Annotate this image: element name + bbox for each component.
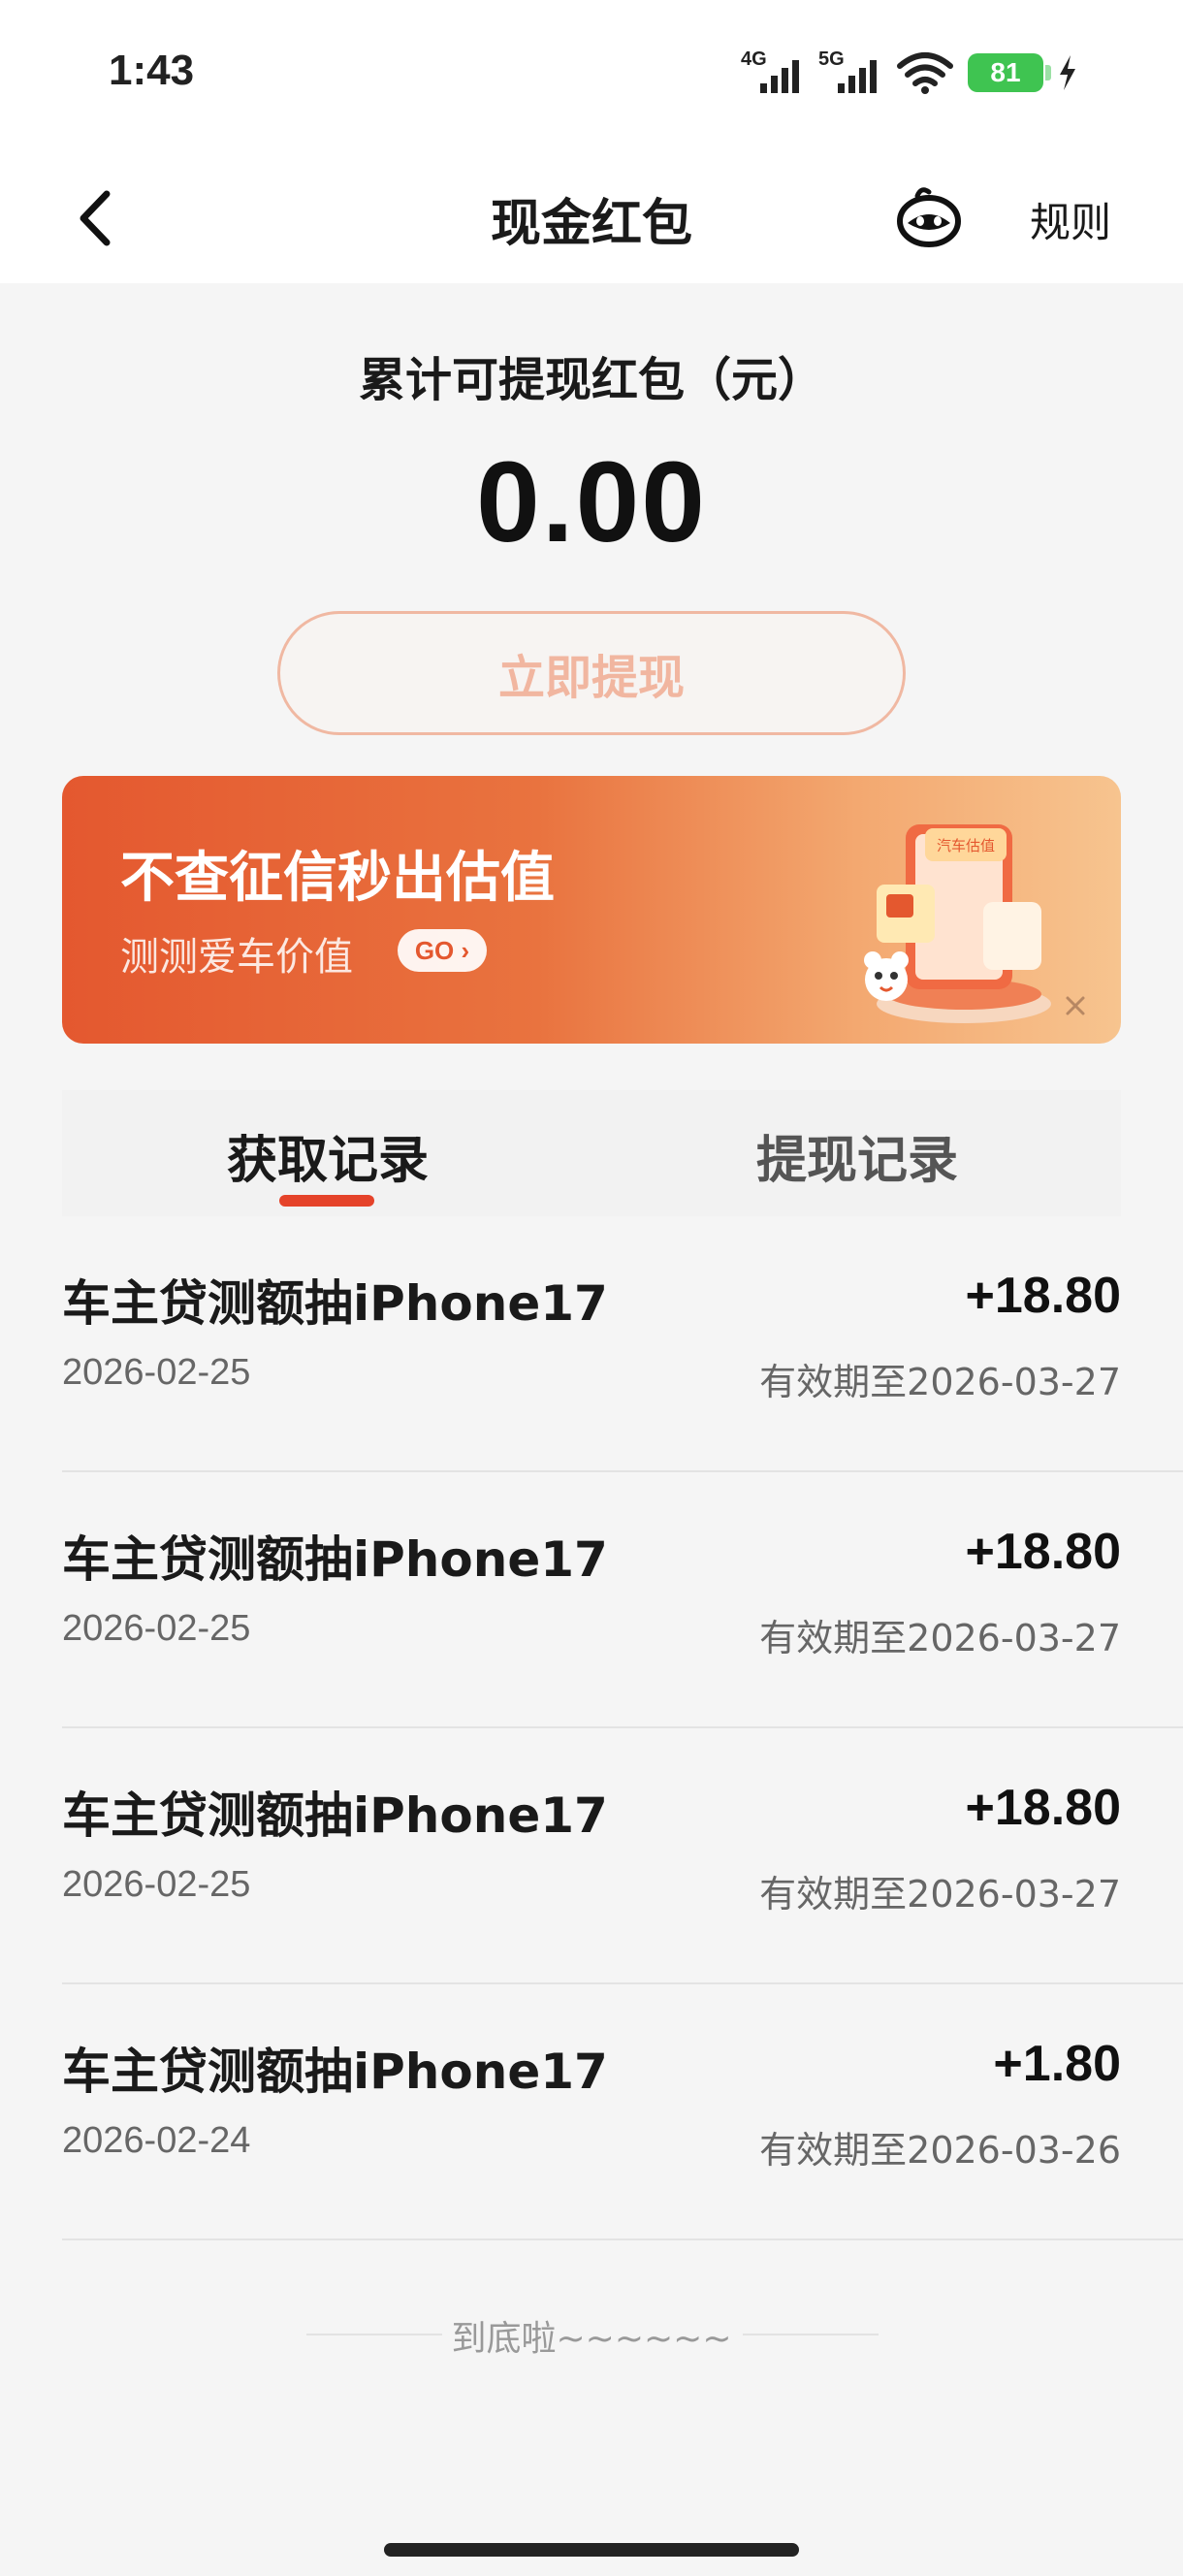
record-expiry: 有效期至2026-03-27 xyxy=(759,1873,1121,1916)
page: 1:43 4G 5G 81 现金红包 规则 累计可提现红包（元） 0.00 立即… xyxy=(0,0,1183,2576)
banner-title: 不查征信秒出估值 xyxy=(120,847,555,910)
record-date: 2026-02-25 xyxy=(62,1352,251,1393)
record-amount: +18.80 xyxy=(965,1268,1122,1324)
record-expiry: 有效期至2026-03-27 xyxy=(759,1617,1121,1659)
withdraw-button[interactable]: 立即提现 xyxy=(277,611,906,735)
record-date: 2026-02-24 xyxy=(62,2120,251,2161)
status-icons: 4G 5G 81 xyxy=(741,48,1078,97)
charging-bolt-icon xyxy=(1060,55,1075,90)
wifi-icon xyxy=(897,52,953,94)
record-item: 车主贷测额抽iPhone17 2026-02-25 +18.80 有效期至202… xyxy=(62,1472,1183,1728)
robot-service-icon[interactable] xyxy=(892,184,966,252)
nav-bar: 现金红包 规则 xyxy=(0,155,1183,283)
record-item: 车主贷测额抽iPhone17 2026-02-24 +1.80 有效期至2026… xyxy=(62,1984,1183,2240)
balance-amount: 0.00 xyxy=(476,438,707,566)
signal-4g-icon: 4G xyxy=(741,48,805,97)
record-title: 车主贷测额抽iPhone17 xyxy=(62,1275,608,1332)
record-title: 车主贷测额抽iPhone17 xyxy=(62,1787,608,1844)
tab-earn-records[interactable]: 获取记录 xyxy=(227,1119,429,1192)
record-title: 车主贷测额抽iPhone17 xyxy=(62,1531,608,1588)
banner-close-icon[interactable] xyxy=(1061,991,1090,1020)
record-amount: +18.80 xyxy=(965,1780,1122,1836)
illustration-text: 汽车估值 xyxy=(937,837,995,854)
banner-subtitle: 测测爱车价值 xyxy=(120,935,353,980)
battery-indicator: 81 xyxy=(968,53,1051,92)
car-valuation-illustration: 汽车估值 xyxy=(864,824,1051,1023)
record-title: 车主贷测额抽iPhone17 xyxy=(62,2044,608,2100)
page-title: 现金红包 xyxy=(490,195,692,253)
record-item: 车主贷测额抽iPhone17 2026-02-25 +18.80 有效期至202… xyxy=(62,1216,1183,1472)
rules-link[interactable]: 规则 xyxy=(1030,190,1111,249)
tab-withdraw-records[interactable]: 提现记录 xyxy=(756,1119,958,1192)
record-item: 车主贷测额抽iPhone17 2026-02-25 +18.80 有效期至202… xyxy=(62,1728,1183,1984)
home-indicator[interactable] xyxy=(384,2543,799,2557)
promo-banner[interactable]: 不查征信秒出估值 测测爱车价值 GO › 汽车估值 xyxy=(62,776,1121,1044)
end-divider-right xyxy=(743,2334,879,2335)
status-time: 1:43 xyxy=(109,47,195,94)
record-date: 2026-02-25 xyxy=(62,1864,251,1905)
go-button[interactable]: GO › xyxy=(398,929,487,972)
record-amount: +1.80 xyxy=(993,2036,1121,2092)
end-of-list-text: 到底啦~~~~~~ xyxy=(451,2319,732,2359)
active-tab-indicator xyxy=(279,1195,374,1207)
go-label: GO xyxy=(414,936,455,965)
record-amount: +18.80 xyxy=(965,1524,1122,1580)
record-expiry: 有效期至2026-03-27 xyxy=(759,1361,1121,1403)
record-date: 2026-02-25 xyxy=(62,1608,251,1649)
signal-5g-icon: 5G xyxy=(818,48,882,97)
record-expiry: 有效期至2026-03-26 xyxy=(759,2129,1121,2172)
record-tabs: 获取记录 提现记录 xyxy=(62,1090,1121,1216)
balance-label: 累计可提现红包（元） xyxy=(358,353,824,407)
status-bar: 1:43 4G 5G 81 xyxy=(0,0,1183,155)
